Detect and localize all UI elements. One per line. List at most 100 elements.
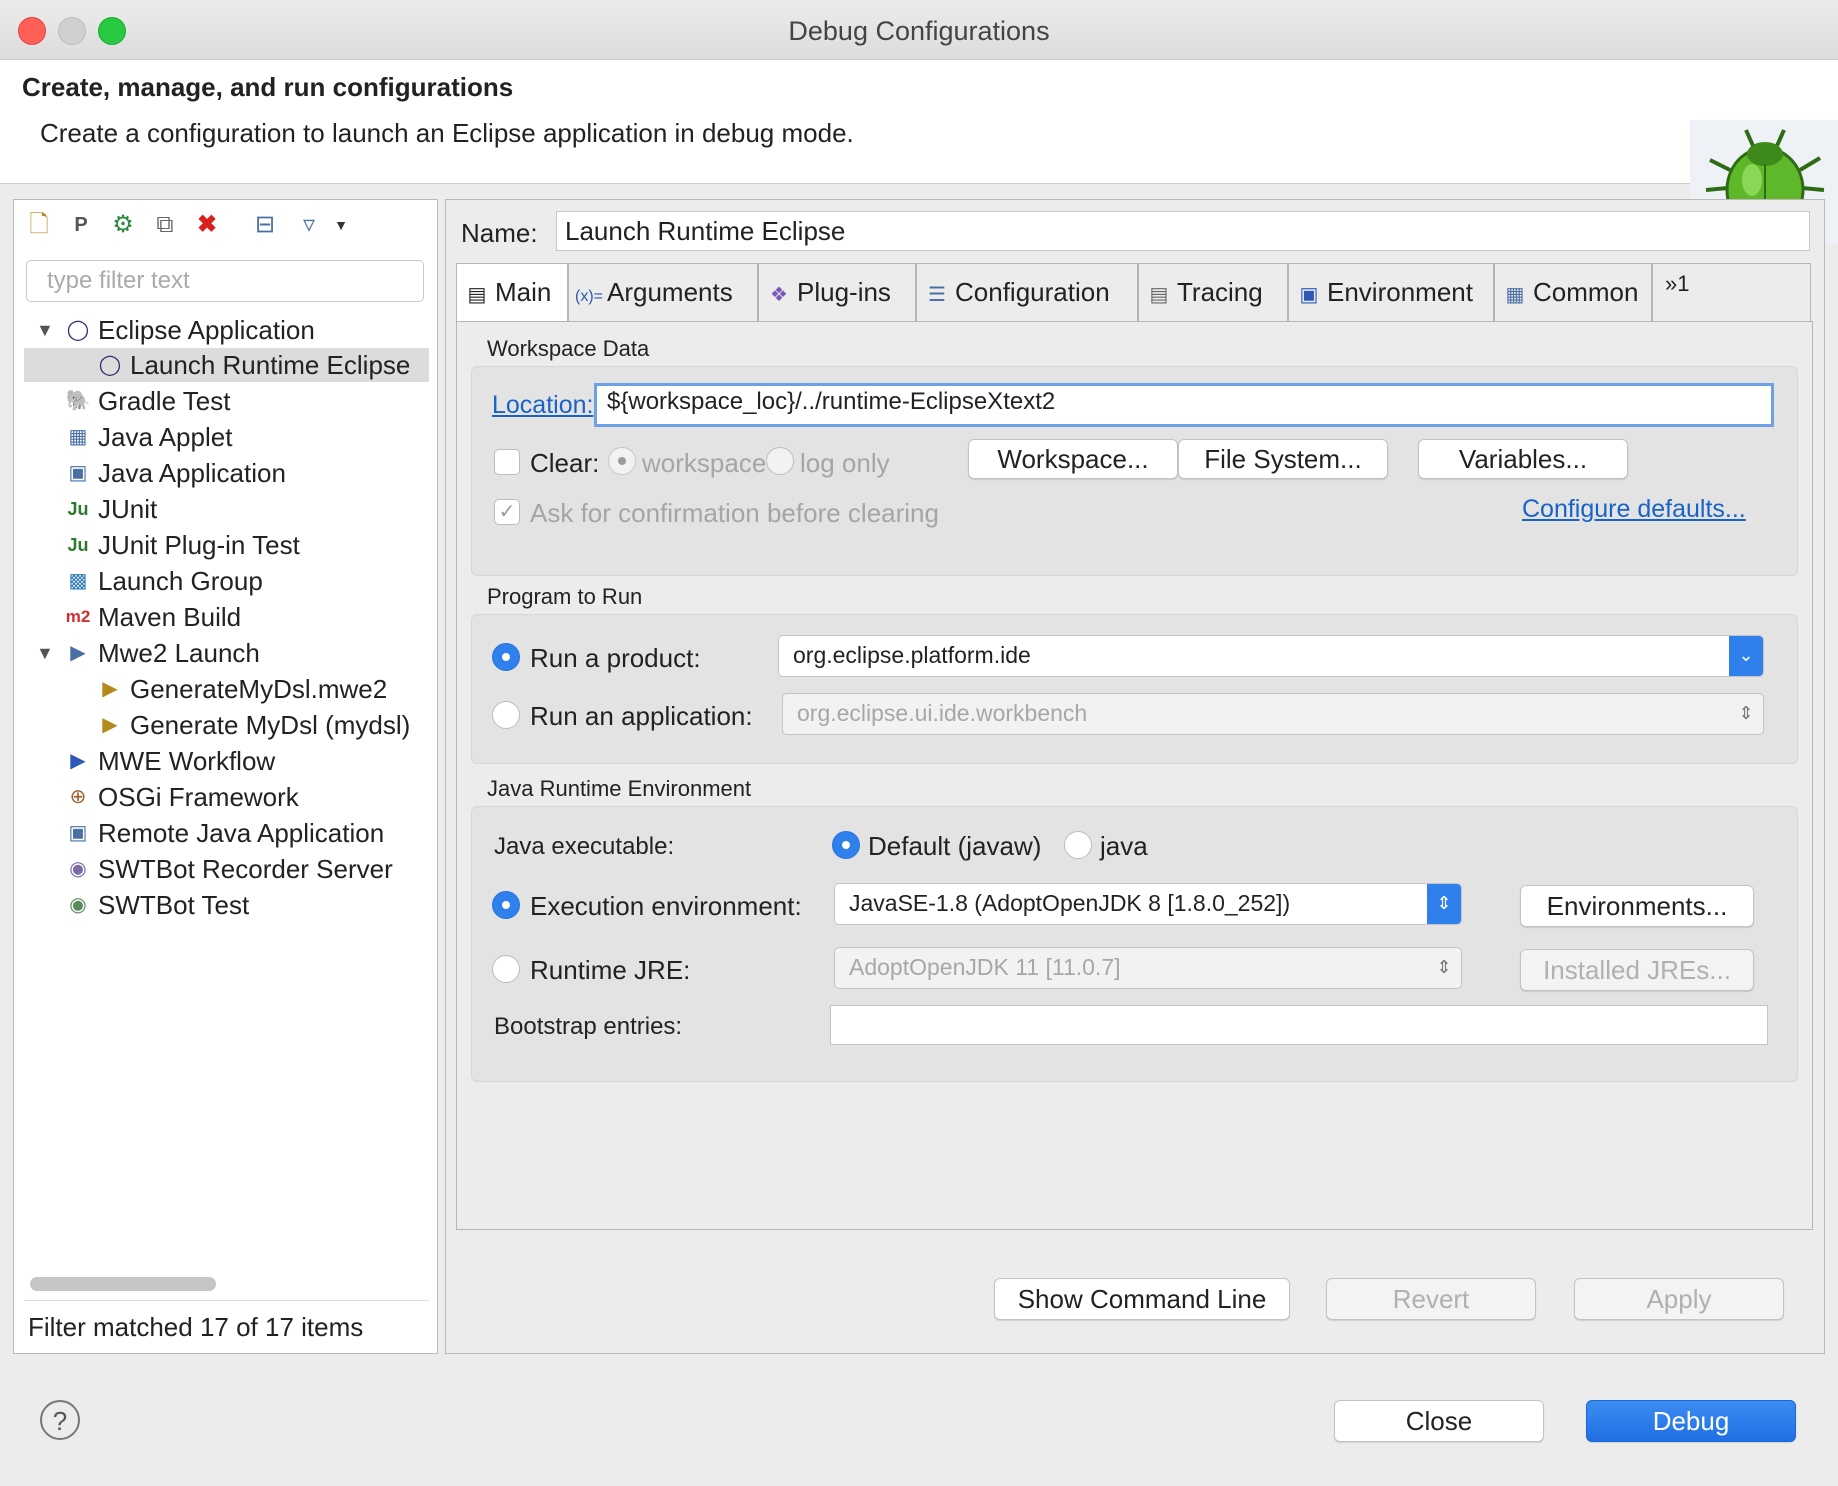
variables-button[interactable]: Variables... bbox=[1418, 439, 1628, 479]
program-to-run-group: Run a product: org.eclipse.platform.ide … bbox=[471, 614, 1798, 764]
tab-bar: ▤ Main (x)= Arguments ❖ Plug-ins ☰ Configura… bbox=[456, 263, 1811, 323]
jre-title: Java Runtime Environment bbox=[487, 776, 752, 801]
execution-environment-radio[interactable] bbox=[492, 891, 520, 919]
name-input[interactable]: Launch Runtime Eclipse bbox=[556, 211, 1810, 251]
tree-item-junit[interactable]: Ju JUnit bbox=[24, 492, 429, 526]
workspace-data-title: Workspace Data bbox=[487, 336, 650, 361]
ask-confirmation-label: Ask for confirmation before clearing bbox=[530, 498, 939, 528]
tree-item-maven-build[interactable]: m2 Maven Build bbox=[24, 600, 429, 634]
new-prototype-icon[interactable]: P bbox=[66, 210, 96, 240]
tree-item-java-applet[interactable]: ▦ Java Applet bbox=[24, 420, 429, 454]
tab-environment[interactable]: ▣ Environment bbox=[1288, 263, 1494, 321]
runtime-jre-value: AdoptOpenJDK 11 [11.0.7] bbox=[849, 954, 1121, 980]
export-configuration-icon[interactable]: ⚙ bbox=[108, 210, 138, 240]
debug-button[interactable]: Debug bbox=[1586, 1400, 1796, 1442]
tree-item-label: Generate MyDsl (mydsl) bbox=[130, 710, 411, 740]
expand-chevron-down-icon[interactable]: ▼ bbox=[36, 636, 56, 670]
show-command-line-button[interactable]: Show Command Line bbox=[994, 1278, 1290, 1320]
filter-menu-chevron-down-icon[interactable]: ▼ bbox=[326, 210, 356, 240]
tree-item-java-application[interactable]: ▣ Java Application bbox=[24, 456, 429, 490]
application-select[interactable]: org.eclipse.ui.ide.workbench ⇕ bbox=[782, 693, 1764, 735]
clear-checkbox[interactable] bbox=[494, 449, 520, 475]
tab-label: Arguments bbox=[607, 277, 733, 307]
configure-defaults-link[interactable]: Configure defaults... bbox=[1522, 495, 1746, 524]
tab-label: Main bbox=[495, 277, 552, 307]
tab-tracing[interactable]: ▤ Tracing bbox=[1138, 263, 1288, 321]
filter-input[interactable] bbox=[26, 260, 424, 302]
divider bbox=[24, 1300, 429, 1301]
tree-item-launch-runtime-eclipse[interactable]: ◯ Launch Runtime Eclipse bbox=[24, 348, 429, 382]
execution-environment-select[interactable]: JavaSE-1.8 (AdoptOpenJDK 8 [1.8.0_252]) … bbox=[834, 883, 1462, 925]
tree-item-remote-java-application[interactable]: ▣ Remote Java Application bbox=[24, 816, 429, 850]
tree-item-label: Remote Java Application bbox=[98, 818, 385, 848]
horizontal-scrollbar[interactable] bbox=[30, 1277, 216, 1291]
location-input[interactable]: ${workspace_loc}/../runtime-EclipseXtext… bbox=[594, 383, 1774, 427]
tree-item-swtbot-test[interactable]: ◉ SWTBot Test bbox=[24, 888, 429, 922]
configuration-editor-pane: Name: Launch Runtime Eclipse ▤ Main (x)= A… bbox=[445, 199, 1825, 1354]
tree-item-label: Maven Build bbox=[98, 602, 242, 632]
revert-button[interactable]: Revert bbox=[1326, 1278, 1536, 1320]
tree-item-generatemydsl-mwe2[interactable]: ▶ GenerateMyDsl.mwe2 bbox=[24, 672, 429, 706]
tab-configuration[interactable]: ☰ Configuration bbox=[916, 263, 1138, 321]
tree-item-gradle-test[interactable]: 🐘 Gradle Test bbox=[24, 384, 429, 418]
mwe2-file-icon: ▶ bbox=[102, 714, 118, 736]
file-system-button[interactable]: File System... bbox=[1178, 439, 1388, 479]
filter-icon[interactable]: ▿ bbox=[294, 210, 324, 240]
tab-plug-ins[interactable]: ❖ Plug-ins bbox=[758, 263, 916, 321]
run-application-radio[interactable] bbox=[492, 701, 520, 729]
tree-item-label: OSGi Framework bbox=[98, 782, 299, 812]
header-title: Create, manage, and run configurations bbox=[22, 72, 514, 102]
tree-item-swtbot-recorder-server[interactable]: ◉ SWTBot Recorder Server bbox=[24, 852, 429, 886]
default-javaw-radio[interactable] bbox=[832, 831, 860, 859]
installed-jres-button[interactable]: Installed JREs... bbox=[1520, 949, 1754, 991]
tree-item-junit-plugin-test[interactable]: Ju JUnit Plug-in Test bbox=[24, 528, 429, 562]
launch-group-icon: ▩ bbox=[68, 570, 88, 592]
swtbot-recorder-icon: ◉ bbox=[69, 858, 87, 880]
more-tabs-button[interactable]: »1 bbox=[1652, 263, 1811, 321]
tree-item-eclipse-application[interactable]: ▼ ◯ Eclipse Application bbox=[24, 313, 429, 347]
runtime-jre-radio[interactable] bbox=[492, 955, 520, 983]
up-down-chevron-icon: ⇕ bbox=[1738, 703, 1754, 723]
bootstrap-entries-input[interactable] bbox=[830, 1005, 1768, 1045]
close-button[interactable]: Close bbox=[1334, 1400, 1544, 1442]
tab-label: Environment bbox=[1327, 277, 1473, 307]
location-link[interactable]: Location: bbox=[492, 391, 593, 420]
tab-main[interactable]: ▤ Main bbox=[456, 263, 568, 323]
help-icon[interactable]: ? bbox=[40, 1400, 80, 1440]
run-product-label: Run a product: bbox=[530, 643, 701, 673]
runtime-jre-select[interactable]: AdoptOpenJDK 11 [11.0.7] ⇕ bbox=[834, 947, 1462, 989]
apply-button[interactable]: Apply bbox=[1574, 1278, 1784, 1320]
new-configuration-icon[interactable]: 🗋 bbox=[24, 210, 54, 240]
clear-label: Clear: bbox=[530, 448, 600, 478]
tab-arguments[interactable]: (x)= Arguments bbox=[568, 263, 758, 321]
tree-item-launch-group[interactable]: ▩ Launch Group bbox=[24, 564, 429, 598]
tree-item-osgi-framework[interactable]: ⊕ OSGi Framework bbox=[24, 780, 429, 814]
java-applet-icon: ▦ bbox=[68, 426, 88, 448]
delete-configuration-icon[interactable]: ✖ bbox=[192, 210, 222, 240]
environments-button[interactable]: Environments... bbox=[1520, 885, 1754, 927]
maven-icon: m2 bbox=[65, 607, 91, 626]
clear-workspace-radio[interactable] bbox=[608, 447, 636, 475]
tree-item-mwe-workflow[interactable]: ▶ MWE Workflow bbox=[24, 744, 429, 778]
tree-item-generate-mydsl[interactable]: ▶ Generate MyDsl (mydsl) bbox=[24, 708, 429, 742]
ask-confirmation-checkbox[interactable]: ✓ bbox=[494, 499, 520, 525]
tree-item-mwe2-launch[interactable]: ▼ ▶ Mwe2 Launch bbox=[24, 636, 429, 670]
java-label: java bbox=[1100, 831, 1148, 861]
program-to-run-title: Program to Run bbox=[487, 584, 643, 609]
product-select[interactable]: org.eclipse.platform.ide ⌄ bbox=[778, 635, 1764, 677]
run-application-label: Run an application: bbox=[530, 701, 753, 731]
tab-label: Tracing bbox=[1177, 277, 1263, 307]
java-executable-label: Java executable: bbox=[494, 833, 675, 860]
workspace-button[interactable]: Workspace... bbox=[968, 439, 1178, 479]
configuration-tab-icon: ☰ bbox=[928, 284, 946, 306]
run-product-radio[interactable] bbox=[492, 643, 520, 671]
clear-log-only-label: log only bbox=[800, 448, 890, 478]
tree-item-label: MWE Workflow bbox=[98, 746, 276, 776]
clear-log-only-radio[interactable] bbox=[766, 447, 794, 475]
tab-common[interactable]: ▦ Common bbox=[1494, 263, 1652, 321]
duplicate-configuration-icon[interactable]: ⧉ bbox=[150, 210, 180, 240]
java-radio[interactable] bbox=[1064, 831, 1092, 859]
collapse-all-icon[interactable]: ⊟ bbox=[250, 210, 280, 240]
expand-chevron-down-icon[interactable]: ▼ bbox=[36, 313, 56, 347]
tree-item-label: Mwe2 Launch bbox=[98, 638, 260, 668]
